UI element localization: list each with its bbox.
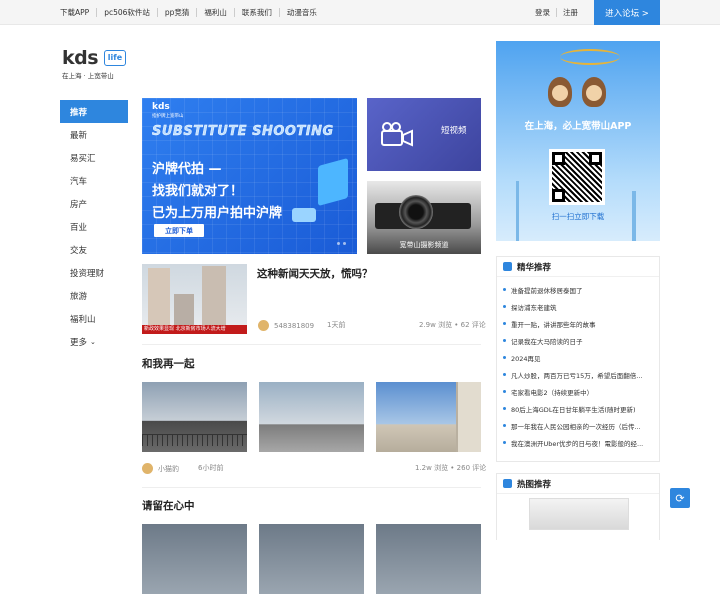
carousel-dots[interactable]	[337, 242, 346, 245]
site-logo[interactable]: kds life 在上海 · 上宽带山	[62, 48, 128, 80]
banner-english: SUBSTITUTE SHOOTING	[152, 124, 334, 139]
author-name: 548381809	[274, 321, 315, 330]
list-item[interactable]: 重开一贴，讲讲那些年的故事	[503, 315, 653, 332]
top-link-fulishan[interactable]: 福利山	[196, 8, 234, 17]
photography-tile[interactable]: 宽带山摄影频道	[367, 181, 481, 254]
featured-title: 精华推荐	[517, 262, 552, 273]
nav-item-finance[interactable]: 投资理财	[60, 261, 128, 284]
video-camera-icon	[381, 122, 413, 147]
top-link-anime[interactable]: 动漫音乐	[278, 8, 324, 17]
nav-more-label: 更多	[70, 337, 88, 348]
nav-item-recommend[interactable]: 推荐	[60, 100, 128, 123]
photography-label: 宽带山摄影频道	[399, 241, 449, 249]
list-item[interactable]: 2024再见	[503, 349, 653, 366]
gallery-photo-1[interactable]	[142, 382, 247, 452]
gallery-photo-3[interactable]	[376, 382, 481, 452]
nav-item-travel[interactable]: 旅游	[60, 284, 128, 307]
nav-item-car[interactable]: 汽车	[60, 169, 128, 192]
gallery-photo-5[interactable]	[259, 524, 364, 594]
top-link-download[interactable]: 下载APP	[54, 8, 96, 17]
banner-brand: kds	[152, 102, 170, 112]
gallery-photo-4[interactable]	[142, 524, 247, 594]
article-time: 1天前	[327, 321, 346, 329]
featured-icon	[503, 262, 512, 271]
short-video-label: 短视频	[441, 126, 467, 136]
scan-download-text: 扫一扫立即下载	[551, 212, 605, 221]
top-link-pc506[interactable]: pc506软件站	[96, 8, 157, 17]
logo-tagline: 在上海 · 上宽带山	[62, 72, 114, 80]
hot-image-thumbnail[interactable]	[529, 498, 629, 530]
avatar	[142, 463, 153, 474]
top-links: 下载APP pc506软件站 pp竞猜 福利山 联系我们 动漫音乐	[54, 0, 324, 25]
nav-item-more[interactable]: 更多 ⌄	[60, 330, 128, 353]
featured-header: 精华推荐	[497, 257, 659, 277]
list-item[interactable]: 记录我在大马陪读的日子	[503, 332, 653, 349]
register-link[interactable]: 注册	[556, 8, 584, 17]
nav-item-latest[interactable]: 最新	[60, 123, 128, 146]
avatar	[258, 320, 269, 331]
list-item[interactable]: 宅家看电影2（持续更新中）	[503, 383, 653, 400]
short-video-tile[interactable]: 短视频	[367, 98, 481, 171]
banner-line-2: 找我们就对了！	[152, 184, 244, 199]
list-item[interactable]: 准备提前退休移居泰国了	[503, 281, 653, 298]
banner-order-button[interactable]: 立即下单	[154, 224, 204, 237]
top-link-contact[interactable]: 联系我们	[233, 8, 279, 17]
divider	[142, 344, 481, 345]
hot-title: 热图推荐	[517, 479, 552, 490]
section-title[interactable]: 和我再一起	[142, 356, 195, 371]
side-nav: 推荐 最新 易买汇 汽车 房产 百业 交友 投资理财 旅游 福利山 更多 ⌄	[60, 100, 128, 353]
divider	[142, 487, 481, 488]
hot-header: 热图推荐	[497, 474, 659, 494]
section-stats: 1.2w 浏览 • 260 评论	[415, 464, 487, 472]
camera-lens	[399, 195, 433, 229]
login-link[interactable]: 登录	[529, 8, 556, 17]
gallery-photo-2[interactable]	[259, 382, 364, 452]
monkey-mascot	[548, 77, 572, 107]
qr-code	[549, 149, 605, 205]
logo-text: kds	[62, 47, 99, 69]
hot-images-panel: 热图推荐	[496, 473, 660, 540]
list-item[interactable]: 我在澳洲开Uber优步的日与夜！電影般的经...	[503, 434, 653, 451]
nav-item-dating[interactable]: 交友	[60, 238, 128, 261]
top-bar: 下载APP pc506软件站 pp竞猜 福利山 联系我们 动漫音乐 登录 注册 …	[0, 0, 720, 25]
banner-brand-sub: 指护牌上宽带山	[152, 114, 184, 119]
article-author[interactable]: 548381809	[258, 320, 314, 331]
chevron-down-icon: ⌄	[90, 337, 96, 346]
image-icon	[503, 479, 512, 488]
list-item[interactable]: 探访浦东老建筑	[503, 298, 653, 315]
featured-panel: 精华推荐 准备提前退休移居泰国了 探访浦东老建筑 重开一贴，讲讲那些年的故事 记…	[496, 256, 660, 462]
featured-list: 准备提前退休移居泰国了 探访浦东老建筑 重开一贴，讲讲那些年的故事 记录我在大马…	[497, 277, 659, 451]
ad-slogan: 在上海，必上宽带山APP	[524, 121, 632, 132]
nav-item-market[interactable]: 易买汇	[60, 146, 128, 169]
thumbnail-caption: 新政效果显现 北京新房市场人流大增	[142, 325, 247, 334]
logo-badge: life	[104, 50, 126, 66]
article-thumbnail[interactable]: 新政效果显现 北京新房市场人流大增	[142, 264, 247, 334]
article-stats: 2.9w 浏览 • 62 评论	[419, 321, 486, 329]
app-download-ad[interactable]: 在上海，必上宽带山APP 扫一扫立即下载	[496, 41, 660, 241]
banner-line-3: 已为上万用户拍中沪牌	[152, 206, 283, 221]
article-title[interactable]: 这种新闻天天放，慌吗？	[257, 266, 373, 281]
gallery-photo-6[interactable]	[376, 524, 481, 594]
hero-banner[interactable]: kds 指护牌上宽带山 SUBSTITUTE SHOOTING 沪牌代拍 — 找…	[142, 98, 357, 254]
car-illustration	[292, 208, 316, 222]
list-item[interactable]: 那一年我在人民公园相亲的一次经历（后传...	[503, 417, 653, 434]
author-name: 小猫豹	[158, 464, 179, 473]
monkey-mascot	[582, 77, 606, 107]
section-title[interactable]: 请留在心中	[142, 498, 195, 513]
nav-item-business[interactable]: 百业	[60, 215, 128, 238]
propeller-illustration	[560, 49, 620, 65]
section-author[interactable]: 小猫豹	[142, 463, 179, 474]
enter-forum-button[interactable]: 进入论坛 >	[594, 0, 660, 25]
banner-line-1: 沪牌代拍 —	[152, 162, 222, 177]
nav-item-house[interactable]: 房产	[60, 192, 128, 215]
list-item[interactable]: 80后上海GDL在日甘年躺平生活(随时更新)	[503, 400, 653, 417]
refresh-icon[interactable]: ⟳	[670, 488, 690, 508]
nav-item-fulishan[interactable]: 福利山	[60, 307, 128, 330]
list-item[interactable]: 凡人炒股，两百万已亏15万，希望后面翻倍...	[503, 366, 653, 383]
top-link-pp[interactable]: pp竞猜	[156, 8, 197, 17]
phone-illustration	[318, 157, 348, 207]
section-time: 6小时前	[198, 464, 224, 472]
auth-links: 登录 注册	[529, 0, 584, 25]
